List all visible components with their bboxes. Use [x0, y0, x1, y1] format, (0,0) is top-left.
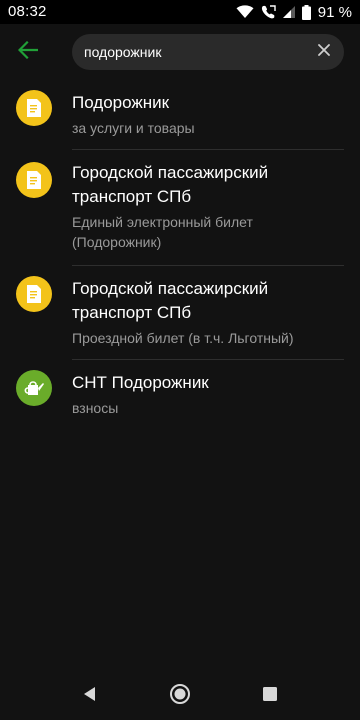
- signal-icon: [282, 5, 296, 19]
- arrow-left-icon: [17, 40, 39, 64]
- search-input[interactable]: [84, 34, 304, 70]
- nav-home-button[interactable]: [168, 683, 192, 710]
- navigation-bar: [0, 672, 360, 720]
- battery-icon: [301, 4, 311, 20]
- item-title: Подорожник: [72, 93, 170, 112]
- list-item[interactable]: Городской пассажирский транспорт СПб Еди…: [0, 150, 360, 266]
- nav-back-button[interactable]: [78, 684, 102, 708]
- volte-call-icon: [260, 4, 276, 20]
- clear-search-button[interactable]: [314, 42, 334, 62]
- list-item[interactable]: СНТ Подорожник взносы: [0, 360, 360, 430]
- back-button[interactable]: [10, 36, 46, 68]
- document-icon: [16, 162, 52, 198]
- wifi-icon: [236, 5, 254, 19]
- nav-home-icon: [169, 683, 191, 710]
- nav-recents-icon: [263, 686, 277, 706]
- list-item[interactable]: Подорожник за услуги и товары: [0, 80, 360, 150]
- nav-recents-button[interactable]: [258, 684, 282, 708]
- status-icons: 91 %: [236, 2, 352, 22]
- search-box: [72, 34, 344, 70]
- app-bar: [0, 24, 360, 80]
- watering-can-icon: [16, 370, 52, 406]
- item-subtitle: взносы: [72, 400, 119, 416]
- item-title: СНТ Подорожник: [72, 373, 209, 392]
- document-icon: [16, 90, 52, 126]
- nav-back-icon: [82, 686, 98, 707]
- item-subtitle: Проездной билет (в т.ч. Льготный): [72, 330, 294, 346]
- status-time: 08:32: [8, 3, 47, 20]
- document-icon: [16, 276, 52, 312]
- item-subtitle: Единый электронный билет (Подорожник): [72, 214, 253, 250]
- item-subtitle: за услуги и товары: [72, 120, 195, 136]
- list-item[interactable]: Городской пассажирский транспорт СПб Про…: [0, 266, 360, 360]
- item-title: Городской пассажирский транспорт СПб: [72, 279, 269, 322]
- results-list: Подорожник за услуги и товары Городской …: [0, 80, 360, 430]
- item-title: Городской пассажирский транспорт СПб: [72, 163, 269, 206]
- status-bar: 08:32 91 %: [0, 0, 360, 24]
- battery-percent: 91 %: [317, 3, 352, 21]
- close-icon: [318, 43, 330, 61]
